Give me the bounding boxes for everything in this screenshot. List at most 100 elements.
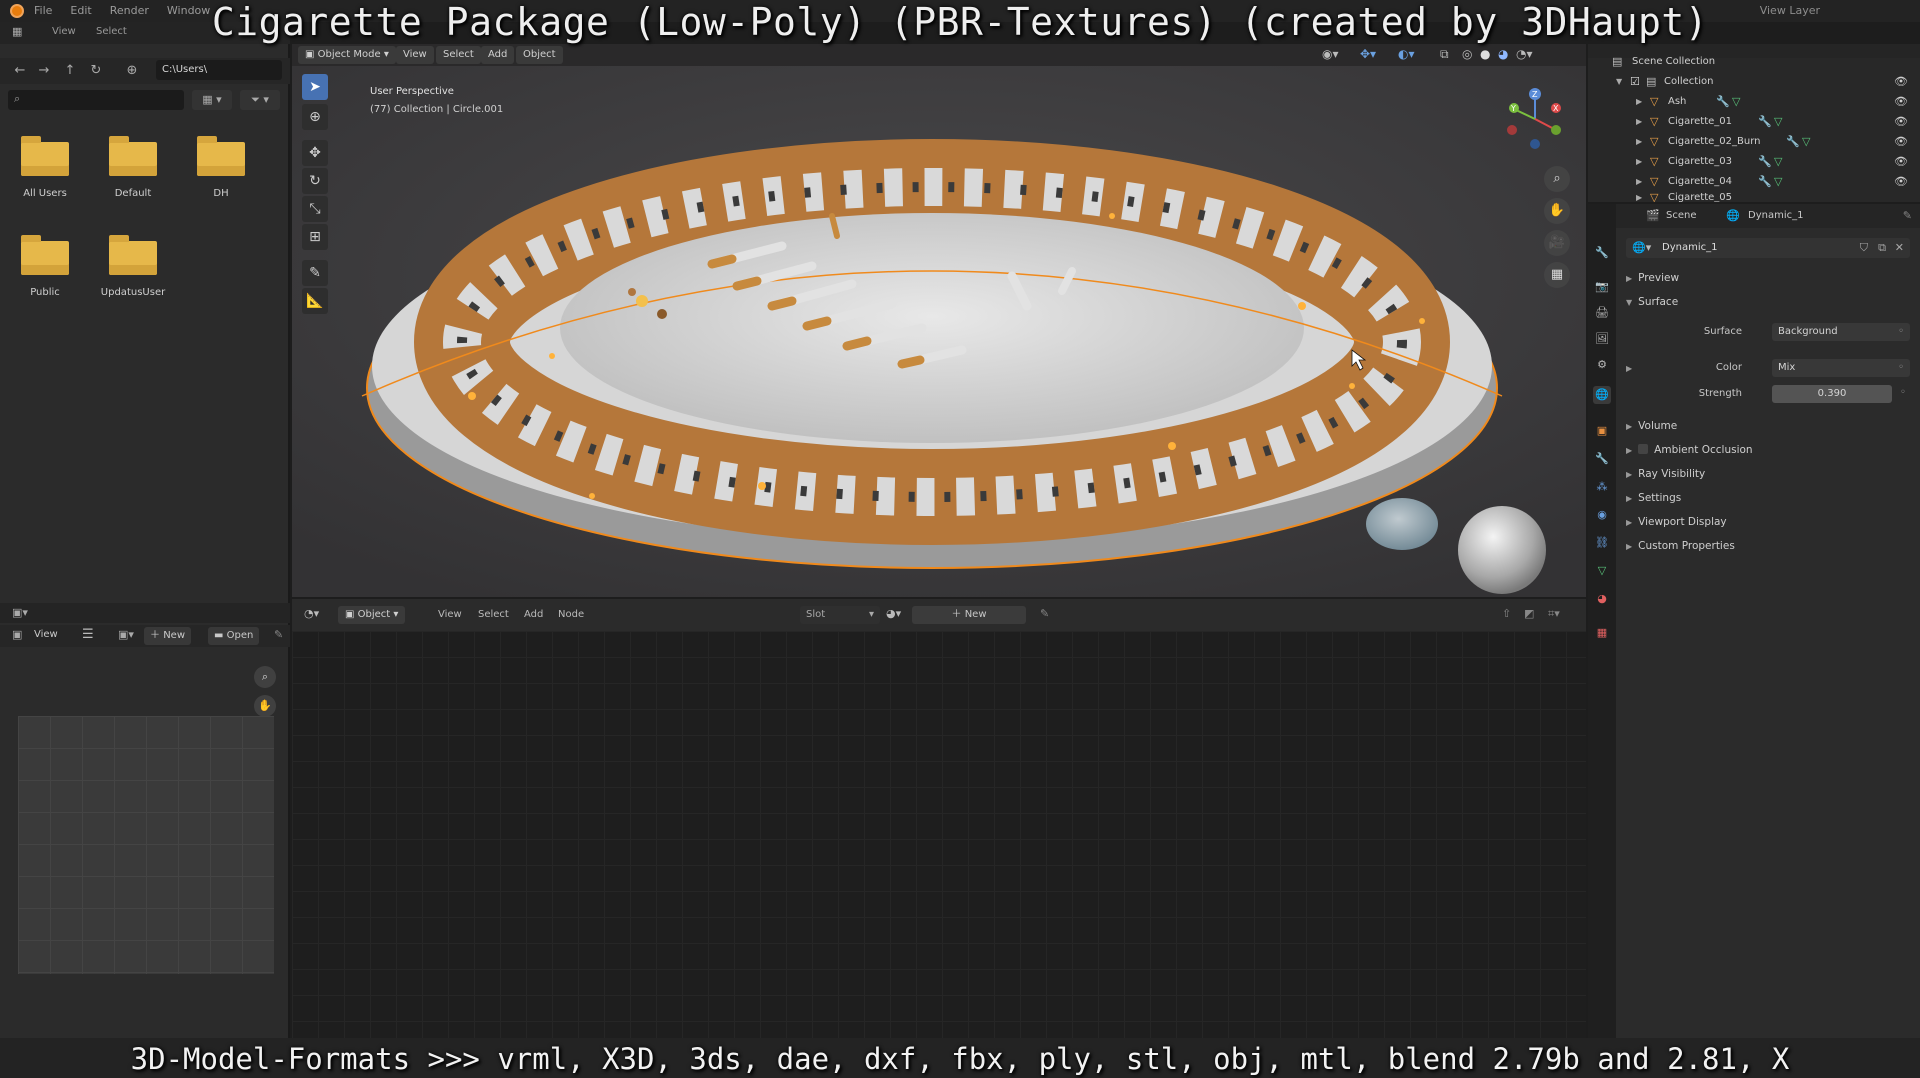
expand-triangle-icon[interactable]: ▶	[1636, 132, 1642, 152]
outliner-collection[interactable]: ▼ ☑ ▤ Collection 👁	[1588, 72, 1920, 92]
outliner-object-ash[interactable]: ▶ ▽ Ash 🔧 ▽ 👁	[1588, 92, 1920, 112]
visibility-eye-icon[interactable]: 👁	[1894, 132, 1908, 152]
zoom-icon[interactable]: ⌕	[1544, 166, 1570, 192]
panel-custom-properties[interactable]: ▶ Custom Properties	[1626, 540, 1735, 552]
forward-arrow-icon[interactable]: →	[34, 62, 54, 80]
material-shading-icon[interactable]: ◕	[1498, 47, 1508, 61]
file-search-input[interactable]: ⌕	[8, 90, 184, 110]
world-browse-icon[interactable]: 🌐▾	[1632, 241, 1651, 254]
overlay-toggle-icon[interactable]: ◐▾	[1398, 47, 1415, 61]
render-tab-icon[interactable]: 📷	[1593, 278, 1611, 296]
ne-menu-select[interactable]: Select	[478, 609, 509, 620]
node-editor-canvas[interactable]	[292, 631, 1586, 1038]
snap-icon[interactable]: ⌗▾	[1548, 607, 1560, 621]
directory-path-input[interactable]: C:\Users\	[156, 60, 282, 80]
camera-view-icon[interactable]: 🎥	[1544, 230, 1570, 256]
3d-viewport[interactable]: ▣ Object Mode ▾ View Select Add Object ◉…	[292, 44, 1586, 597]
surface-shader-dropdown[interactable]: Background ◦	[1772, 323, 1910, 341]
scene-tab-icon[interactable]: ⚙	[1593, 356, 1611, 374]
zoom-icon[interactable]: ⌕	[254, 666, 276, 688]
folder-public[interactable]: Public	[5, 235, 85, 321]
texture-tab-icon[interactable]: ▦	[1593, 624, 1611, 642]
node-socket-icon[interactable]: ◦	[1900, 387, 1906, 398]
pin-icon[interactable]: ✎	[1040, 607, 1049, 620]
ie-menu-view[interactable]: View	[34, 629, 58, 640]
shader-node-editor[interactable]: ◔▾ ▣ Object ▾ View Select Add Node Slot …	[292, 599, 1586, 1038]
output-tab-icon[interactable]: 🖨	[1593, 304, 1611, 322]
pin-icon[interactable]: ✎	[274, 628, 283, 641]
parent-node-tree-icon[interactable]: ⇧	[1502, 607, 1511, 620]
expand-triangle-icon[interactable]: ▶	[1636, 92, 1642, 112]
display-mode-dropdown[interactable]: ▦ ▾	[192, 90, 232, 110]
transform-tool-icon[interactable]: ⊞	[302, 224, 328, 250]
vp-menu-object[interactable]: Object	[516, 46, 563, 64]
object-tab-icon[interactable]: ▣	[1593, 422, 1611, 440]
world-tab-icon[interactable]: 🌐	[1593, 386, 1611, 404]
ne-menu-view[interactable]: View	[438, 609, 462, 620]
scale-tool-icon[interactable]: ⤡	[302, 196, 328, 222]
modifier-tab-icon[interactable]: 🔧	[1593, 450, 1611, 468]
outliner-scene-collection[interactable]: ▤ Scene Collection	[1588, 52, 1920, 72]
panel-volume[interactable]: ▶ Volume	[1626, 420, 1677, 432]
scene-breadcrumb[interactable]: Scene	[1666, 210, 1697, 221]
visibility-toggle-icon[interactable]: ◉▾	[1322, 47, 1339, 61]
physics-tab-icon[interactable]: ◉	[1593, 506, 1611, 524]
ne-menu-node[interactable]: Node	[558, 609, 584, 620]
constraints-tab-icon[interactable]: ⛓	[1593, 534, 1611, 552]
hand-pan-icon[interactable]: ✋	[1544, 198, 1570, 224]
new-image-button[interactable]: ＋ New	[144, 627, 191, 645]
color-input-dropdown[interactable]: Mix ◦	[1772, 359, 1910, 377]
select-box-tool-icon[interactable]: ➤	[302, 74, 328, 100]
world-name-field[interactable]: Dynamic_1	[1662, 242, 1842, 253]
panel-preview[interactable]: ▶ Preview	[1626, 272, 1679, 284]
panel-viewport-display[interactable]: ▶ Viewport Display	[1626, 516, 1727, 528]
pin-icon[interactable]: ✎	[1903, 209, 1912, 222]
folder-all-users[interactable]: All Users	[5, 136, 85, 222]
panel-surface[interactable]: ▼ Surface	[1626, 296, 1678, 308]
new-material-button[interactable]: ＋ New	[912, 606, 1026, 624]
object-mode-dropdown[interactable]: ▣ Object Mode ▾	[298, 46, 396, 64]
outliner-object-cigarette-01[interactable]: ▶ ▽ Cigarette_01 🔧 ▽ 👁	[1588, 112, 1920, 132]
close-icon[interactable]: ✕	[1895, 241, 1904, 254]
hand-pan-icon[interactable]: ✋	[254, 695, 276, 717]
color-expand-toggle[interactable]: ▶	[1626, 362, 1638, 374]
perspective-toggle-icon[interactable]: ▦	[1544, 262, 1570, 288]
new-directory-icon[interactable]: ⊕	[122, 62, 142, 80]
world-breadcrumb[interactable]: Dynamic_1	[1748, 210, 1803, 221]
menu-lines-icon[interactable]: ☰	[82, 627, 94, 642]
tool-tab-icon[interactable]: 🔧	[1593, 244, 1611, 262]
expand-triangle-icon[interactable]: ▶	[1636, 188, 1642, 202]
fake-user-shield-icon[interactable]: ⛉	[1860, 241, 1868, 255]
annotate-tool-icon[interactable]: ✎	[302, 260, 328, 286]
visibility-eye-icon[interactable]: 👁	[1894, 112, 1908, 132]
filter-dropdown[interactable]: ⏷ ▾	[240, 90, 280, 110]
wireframe-shading-icon[interactable]: ◎	[1462, 47, 1472, 61]
backdrop-icon[interactable]: ◩	[1524, 607, 1534, 620]
image-mode-icon[interactable]: ▣	[12, 628, 22, 641]
vp-menu-select[interactable]: Select	[436, 46, 481, 64]
open-image-button[interactable]: ▬ Open	[208, 627, 260, 645]
xray-toggle-icon[interactable]: ⧉	[1440, 47, 1449, 62]
checkbox-icon[interactable]: ☑	[1630, 72, 1640, 92]
parent-directory-icon[interactable]: ↑	[60, 62, 80, 80]
visibility-eye-icon[interactable]: 👁	[1894, 92, 1908, 112]
outliner-object-cigarette-03[interactable]: ▶ ▽ Cigarette_03 🔧 ▽ 👁	[1588, 152, 1920, 172]
rendered-shading-icon[interactable]: ◔▾	[1516, 47, 1533, 61]
visibility-eye-icon[interactable]: 👁	[1894, 152, 1908, 172]
editor-type-icon[interactable]: ◔▾	[304, 607, 319, 620]
editor-type-icon[interactable]: ▣▾	[12, 606, 28, 619]
view-layer-tab-icon[interactable]: 🖼	[1593, 330, 1611, 348]
world-datablock-selector[interactable]: 🌐▾ Dynamic_1 ⛉ ⧉ ✕	[1626, 238, 1910, 258]
viewport-scene[interactable]	[292, 66, 1586, 597]
ne-menu-add[interactable]: Add	[524, 609, 543, 620]
outliner-object-cigarette-02-burn[interactable]: ▶ ▽ Cigarette_02_Burn 🔧 ▽ 👁	[1588, 132, 1920, 152]
expand-triangle-icon[interactable]: ▶	[1636, 152, 1642, 172]
measure-tool-icon[interactable]: 📐	[302, 288, 328, 314]
cursor-tool-icon[interactable]: ⊕	[302, 104, 328, 130]
outliner-object-cigarette-05[interactable]: ▶ ▽ Cigarette_05	[1588, 188, 1920, 202]
duplicate-icon[interactable]: ⧉	[1878, 241, 1886, 255]
expand-triangle-icon[interactable]: ▶	[1636, 112, 1642, 132]
solid-shading-icon[interactable]: ●	[1480, 47, 1490, 61]
gizmo-toggle-icon[interactable]: ✥▾	[1360, 47, 1376, 61]
back-arrow-icon[interactable]: ←	[10, 62, 30, 80]
